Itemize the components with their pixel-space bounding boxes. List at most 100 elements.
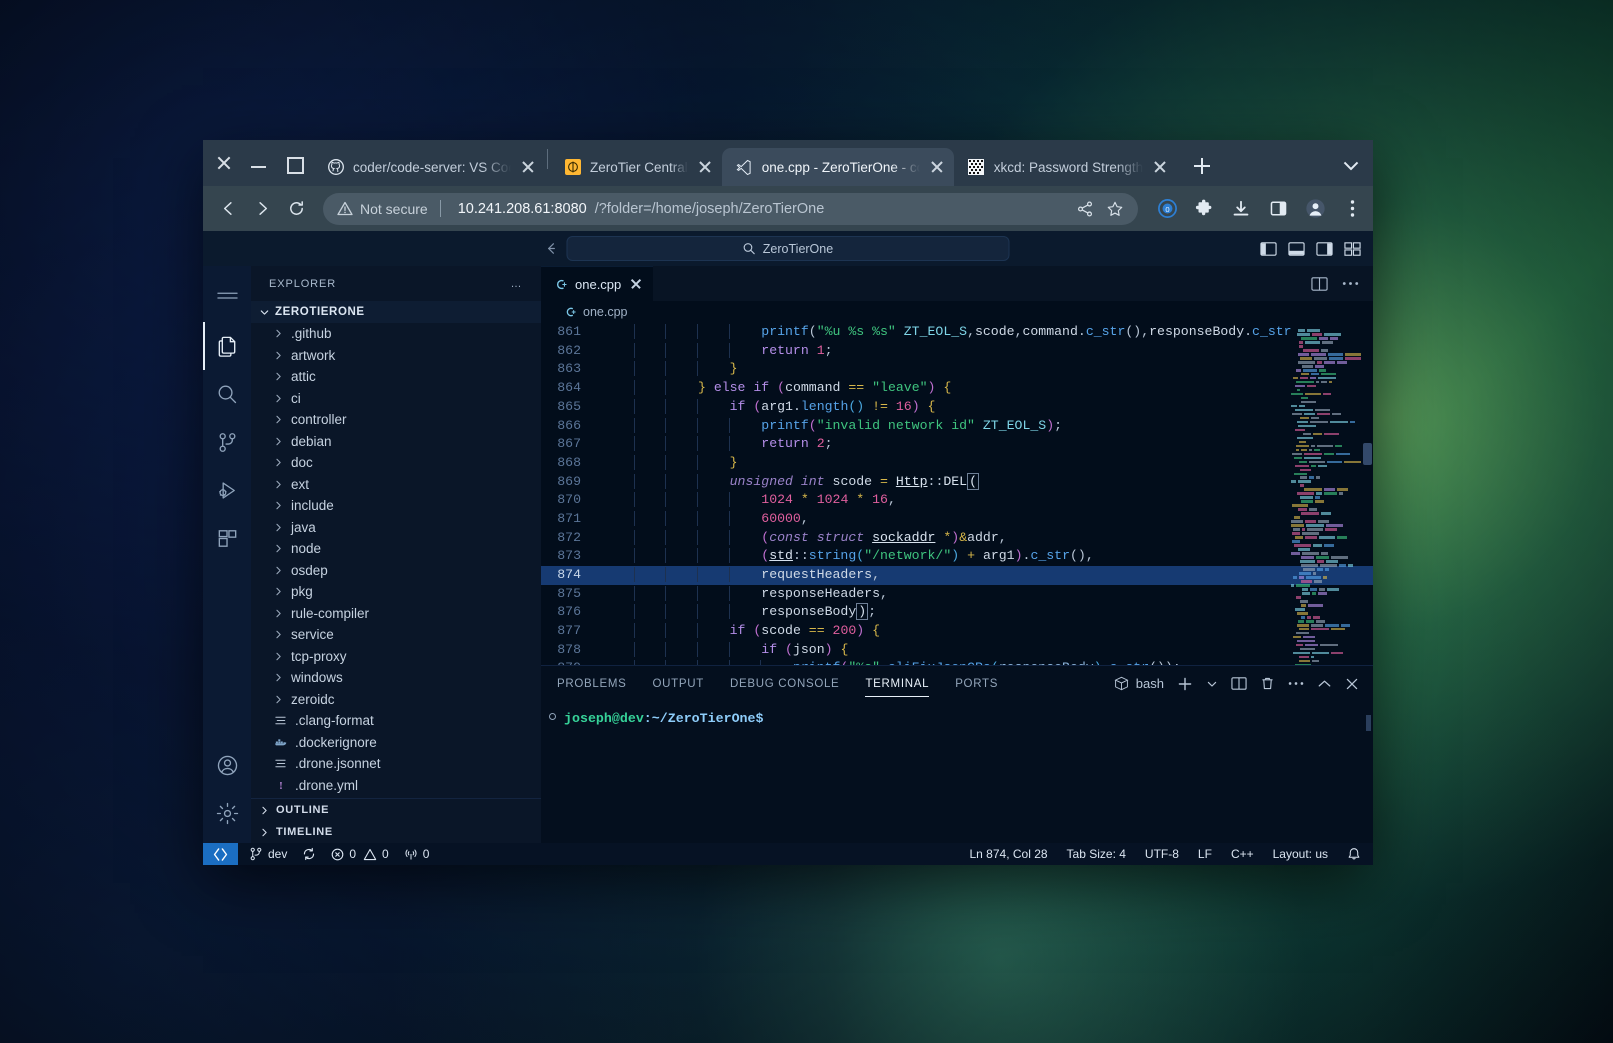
toggle-secondary-sidebar-icon[interactable] <box>1316 241 1333 257</box>
file-tree-item[interactable]: windows <box>251 667 541 689</box>
status-errors[interactable]: 0 <box>331 847 356 861</box>
command-center[interactable]: ZeroTierOne <box>567 236 1010 261</box>
file-tree-item[interactable]: tcp-proxy <box>251 646 541 668</box>
browser-tab-3[interactable]: xkcd: Password Strength <box>954 148 1177 186</box>
status-language-mode[interactable]: C++ <box>1231 847 1254 861</box>
status-branch[interactable]: dev <box>249 847 287 861</box>
terminal-scrollbar[interactable] <box>1366 715 1371 731</box>
panel-tab-problems[interactable]: PROBLEMS <box>557 666 627 701</box>
code-line[interactable]: 870 1024 * 1024 * 16, <box>541 491 1373 510</box>
status-remote-host[interactable] <box>203 843 238 865</box>
code-line[interactable]: 878 if (json) { <box>541 641 1373 660</box>
file-tree-item[interactable]: .github <box>251 323 541 345</box>
code-editor[interactable]: 861 printf("%u %s %s" ZT_EOL_S,scode,com… <box>541 323 1373 665</box>
share-icon[interactable] <box>1076 200 1094 218</box>
file-tree-root[interactable]: ZEROTIERONE <box>251 301 541 323</box>
bookmark-star-icon[interactable] <box>1106 200 1124 218</box>
sidebar-item-run-and-debug[interactable] <box>203 466 251 514</box>
file-tree-item[interactable]: rule-compiler <box>251 603 541 625</box>
editor-minimap[interactable] <box>1289 329 1361 665</box>
sidebar-item-search[interactable] <box>203 370 251 418</box>
file-tree-item[interactable]: ! .drone.yml <box>251 775 541 797</box>
extensions-puzzle-icon[interactable] <box>1193 198 1215 220</box>
status-encoding[interactable]: UTF-8 <box>1145 847 1179 861</box>
code-line[interactable]: 876 responseBody); <box>541 603 1373 622</box>
window-minimize-icon[interactable] <box>250 154 268 172</box>
code-line[interactable]: 863 } <box>541 360 1373 379</box>
not-secure-indicator[interactable]: Not secure <box>337 201 428 217</box>
file-tree-item[interactable]: .drone.jsonnet <box>251 753 541 775</box>
new-tab-button[interactable] <box>1187 151 1217 181</box>
editor-tab-one-cpp[interactable]: one.cpp <box>541 266 653 301</box>
activity-bar-menu[interactable] <box>203 274 251 322</box>
panel-tab-debug-console[interactable]: DEBUG CONSOLE <box>730 666 839 701</box>
status-tab-size[interactable]: Tab Size: 4 <box>1067 847 1126 861</box>
sidebar-section-timeline[interactable]: TIMELINE <box>251 821 541 843</box>
explorer-more-actions-icon[interactable]: … <box>511 278 524 290</box>
file-tree-item[interactable]: artwork <box>251 345 541 367</box>
sidebar-item-source-control[interactable] <box>203 418 251 466</box>
file-tree-item[interactable]: ci <box>251 388 541 410</box>
browser-reload-button[interactable] <box>281 194 311 224</box>
file-tree-item[interactable]: .dockerignore <box>251 732 541 754</box>
terminal-output[interactable]: joseph@dev:~/ZeroTierOne$ <box>541 701 1373 843</box>
browser-tab-0[interactable]: coder/code-server: VS Code <box>313 148 545 186</box>
sidebar-section-outline[interactable]: OUTLINE <box>251 799 541 821</box>
side-panel-icon[interactable] <box>1267 198 1289 220</box>
file-tree-item[interactable]: include <box>251 495 541 517</box>
code-line[interactable]: 868 } <box>541 454 1373 473</box>
browser-tab-2-close-icon[interactable] <box>929 159 945 175</box>
panel-tab-terminal[interactable]: TERMINAL <box>865 666 929 701</box>
code-line[interactable]: 862 return 1; <box>541 342 1373 361</box>
close-panel-icon[interactable] <box>1345 677 1359 691</box>
address-bar[interactable]: Not secure 10.241.208.61:8080 /?folder=/h… <box>323 193 1138 225</box>
window-close-icon[interactable] <box>215 154 233 172</box>
code-line[interactable]: 877 if (scode == 200) { <box>541 622 1373 641</box>
editor-tab-close-icon[interactable] <box>628 276 644 292</box>
file-tree-item[interactable]: controller <box>251 409 541 431</box>
code-line[interactable]: 871 60000, <box>541 510 1373 529</box>
code-line[interactable]: 872 (const struct sockaddr *)&addr, <box>541 529 1373 548</box>
file-tree-item[interactable]: debian <box>251 431 541 453</box>
file-tree-item[interactable]: pkg <box>251 581 541 603</box>
file-tree-item[interactable]: service <box>251 624 541 646</box>
panel-tab-ports[interactable]: PORTS <box>955 666 998 701</box>
file-tree-item[interactable]: attic <box>251 366 541 388</box>
code-line[interactable]: 875 responseHeaders, <box>541 585 1373 604</box>
kill-terminal-icon[interactable] <box>1260 676 1275 691</box>
code-line[interactable]: 865 if (arg1.length() != 16) { <box>541 398 1373 417</box>
chrome-menu-icon[interactable] <box>1341 198 1363 220</box>
code-line[interactable]: 867 return 2; <box>541 435 1373 454</box>
browser-tab-2[interactable]: one.cpp - ZeroTierOne - code <box>722 148 954 186</box>
file-tree-item[interactable]: java <box>251 517 541 539</box>
file-tree-item[interactable]: doc <box>251 452 541 474</box>
terminal-dropdown-icon[interactable] <box>1206 678 1218 690</box>
browser-back-button[interactable] <box>213 194 243 224</box>
code-line[interactable]: 861 printf("%u %s %s" ZT_EOL_S,scode,com… <box>541 323 1373 342</box>
split-terminal-icon[interactable] <box>1231 676 1247 691</box>
browser-tab-1[interactable]: ZeroTier Central <box>550 148 722 186</box>
code-line-active[interactable]: 874 requestHeaders, <box>541 566 1373 585</box>
status-sync[interactable] <box>302 847 316 861</box>
code-line[interactable]: 869 unsigned int scode = Http::DEL( <box>541 473 1373 492</box>
customize-layout-icon[interactable] <box>1344 241 1361 257</box>
browser-forward-button[interactable] <box>247 194 277 224</box>
sidebar-item-settings[interactable] <box>203 789 251 837</box>
status-notifications[interactable] <box>1347 847 1361 861</box>
browser-tab-1-close-icon[interactable] <box>697 159 713 175</box>
code-line[interactable]: 879 printf("%s",cliFixJsonCRs(responseBo… <box>541 659 1373 665</box>
tab-search-chevron-icon[interactable] <box>1343 160 1359 176</box>
breadcrumb[interactable]: one.cpp <box>541 301 1373 323</box>
vscode-go-back-icon[interactable] <box>543 240 560 257</box>
sidebar-item-explorer[interactable] <box>203 322 251 370</box>
panel-tab-output[interactable]: OUTPUT <box>653 666 704 701</box>
status-eol[interactable]: LF <box>1198 847 1212 861</box>
profile-avatar-icon[interactable] <box>1304 198 1326 220</box>
file-tree-item[interactable]: ext <box>251 474 541 496</box>
toggle-primary-sidebar-icon[interactable] <box>1260 241 1277 257</box>
file-tree-item[interactable]: osdep <box>251 560 541 582</box>
sidebar-item-extensions[interactable] <box>203 514 251 562</box>
status-warnings[interactable]: 0 <box>363 847 389 861</box>
downloads-icon[interactable] <box>1230 198 1252 220</box>
panel-more-actions-icon[interactable] <box>1288 681 1304 686</box>
